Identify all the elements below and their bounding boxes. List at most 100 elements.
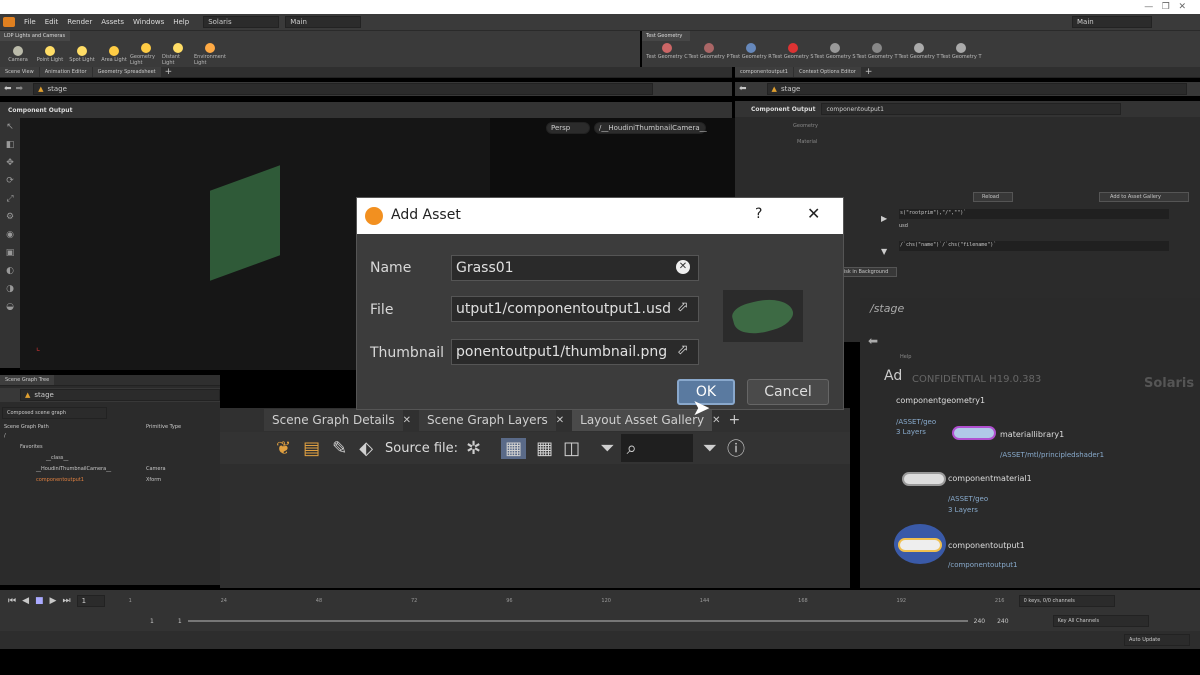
shelf-tab-test-geometry[interactable]: Test Geometry	[642, 31, 690, 41]
context-select[interactable]: Main	[285, 16, 362, 28]
filter-icon[interactable]: ⏷	[600, 438, 614, 459]
distant-light-tool[interactable]: Distant Light	[162, 43, 194, 66]
jump-start-icon[interactable]: ⏮	[8, 596, 16, 606]
file-browse-icon[interactable]: ⬀	[677, 299, 689, 315]
range-end-field[interactable]: 240	[974, 618, 985, 625]
tab-scene-view[interactable]: Scene View	[0, 67, 39, 77]
grid-medium-icon[interactable]: ▦	[536, 438, 553, 459]
shelf-tab-lights[interactable]: LOP Lights and Cameras	[0, 31, 70, 41]
test-geo-tool-8[interactable]: Test Geometry T	[940, 43, 982, 60]
node-componentmaterial1[interactable]	[902, 472, 946, 486]
test-geo-tool-1[interactable]: Test Geometry C	[646, 43, 688, 60]
tab-context-options[interactable]: Context Options Editor	[793, 67, 861, 77]
range-slider[interactable]	[187, 620, 968, 622]
environment-light-tool[interactable]: Environment Light	[194, 43, 226, 66]
back-arrow-icon[interactable]: ⬅	[868, 334, 878, 348]
add-tab-icon[interactable]: +	[729, 412, 741, 428]
persp-select[interactable]: Persp	[546, 122, 590, 134]
disk-bg-button[interactable]: Disk in Background	[835, 267, 897, 277]
back-arrow-icon[interactable]: ⬅	[4, 84, 12, 94]
test-geo-tool-2[interactable]: Test Geometry P	[688, 43, 730, 60]
table-row[interactable]: componentoutput1 Xform	[0, 475, 220, 486]
forward-arrow-icon[interactable]: ➡	[16, 84, 24, 94]
test-geo-tool-7[interactable]: Test Geometry T	[898, 43, 940, 60]
menu-windows[interactable]: Windows	[133, 18, 164, 26]
expand-arrow-icon[interactable]: ▶	[881, 214, 887, 223]
tab-componentoutput1[interactable]: componentoutput1	[735, 67, 793, 77]
table-row[interactable]: __HoudiniThumbnailCamera__ Camera	[0, 464, 220, 475]
tab-scene-graph-tree[interactable]: Scene Graph Tree	[0, 375, 55, 385]
geometry-light-tool[interactable]: Geometry Light	[130, 43, 162, 66]
play-icon[interactable]: ▶	[50, 596, 57, 606]
tab-animation-editor[interactable]: Animation Editor	[39, 67, 92, 77]
grid-small-icon[interactable]: ▦	[501, 437, 527, 459]
add-tab-icon[interactable]: +	[865, 67, 873, 77]
desktop-select[interactable]: Solaris	[203, 16, 280, 28]
range-start2-field[interactable]: 1	[178, 618, 182, 625]
close-tab-icon[interactable]: ✕	[712, 415, 720, 426]
network-editor[interactable]: /stage ⬅ Help Ad CONFIDENTIAL H19.0.383 …	[860, 298, 1200, 588]
table-row[interactable]: __class__	[0, 453, 220, 464]
auto-update-select[interactable]: Auto Update	[1124, 634, 1190, 646]
asset-icon[interactable]: ❦	[276, 438, 291, 459]
help-icon[interactable]: ⓘ	[727, 435, 745, 461]
menu-assets[interactable]: Assets	[101, 18, 124, 26]
dialog-help-button[interactable]: ?	[755, 206, 762, 222]
right-path-field[interactable]: ▲ stage	[766, 83, 1187, 95]
grid-large-icon[interactable]: ◫	[563, 438, 580, 459]
table-row[interactable]: /	[0, 431, 220, 442]
dialog-close-button[interactable]: ✕	[807, 204, 820, 223]
spot-light-tool[interactable]: Spot Light	[66, 46, 98, 63]
camera-select[interactable]: /__HoudiniThumbnailCamera__	[594, 122, 707, 134]
reload-button[interactable]: Reload	[973, 192, 1013, 202]
point-light-tool[interactable]: Point Light	[34, 46, 66, 63]
collapse-arrow-icon[interactable]: ▼	[881, 247, 887, 256]
area-light-tool[interactable]: Area Light	[98, 46, 130, 63]
node-componentoutput1[interactable]	[898, 538, 942, 552]
jump-end-icon[interactable]: ⏭	[62, 596, 70, 606]
name-field[interactable]: Grass01	[451, 255, 699, 281]
tab-scene-graph-layers[interactable]: Scene Graph Layers	[419, 409, 556, 431]
tab-scene-graph-details[interactable]: Scene Graph Details	[264, 409, 403, 431]
stop-icon[interactable]: ■	[35, 596, 44, 606]
node-name-field[interactable]: componentoutput1	[821, 103, 1122, 115]
node-materiallibrary1[interactable]	[952, 426, 996, 440]
add-folder-icon[interactable]: ▤	[303, 438, 320, 459]
add-to-gallery-button[interactable]: Add to Asset Gallery	[1099, 192, 1189, 202]
scene-graph-path-field[interactable]: ▲ stage	[20, 389, 220, 401]
camera-tool[interactable]: Camera	[2, 46, 34, 63]
tag-icon[interactable]: ⬖	[359, 438, 373, 459]
thumbnail-field[interactable]: ponentoutput1/thumbnail.png	[451, 339, 699, 365]
test-geo-tool-5[interactable]: Test Geometry S	[814, 43, 856, 60]
root-expr-field[interactable]: s("rootprim"),"/","")`	[899, 209, 1169, 219]
thumbnail-browse-icon[interactable]: ⬀	[677, 342, 689, 358]
filter-settings-icon[interactable]: ⏷	[703, 438, 717, 459]
close-tab-icon[interactable]: ✕	[403, 415, 411, 426]
add-tab-icon[interactable]: +	[165, 67, 173, 77]
tab-geometry-spreadsheet[interactable]: Geometry Spreadsheet	[92, 67, 161, 77]
test-geo-tool-3[interactable]: Test Geometry R	[730, 43, 772, 60]
gallery-search-input[interactable]: ⌕	[620, 434, 693, 462]
edit-icon[interactable]: ✎	[332, 438, 347, 459]
window-controls[interactable]: — ❐ ✕	[1144, 2, 1186, 12]
test-geo-tool-4[interactable]: Test Geometry S	[772, 43, 814, 60]
file-field[interactable]: utput1/componentoutput1.usd	[451, 296, 699, 322]
left-path-field[interactable]: ▲ stage	[33, 83, 654, 95]
timeline-ruler[interactable]: 1 24 48 72 96 120 144 168 192 216	[125, 598, 1005, 604]
range-start-field[interactable]: 1	[150, 618, 154, 625]
close-tab-icon[interactable]: ✕	[556, 415, 564, 426]
table-row[interactable]: Favorites	[0, 442, 220, 453]
frame-field[interactable]: 1	[76, 595, 105, 607]
gear-icon[interactable]: ✲	[466, 438, 481, 459]
right-context-select[interactable]: Main	[1072, 16, 1152, 28]
back-arrow-icon[interactable]: ⬅	[739, 84, 747, 94]
file-expr-field[interactable]: /`chs("name")`/`chs("filename")`	[899, 241, 1169, 251]
menu-render[interactable]: Render	[67, 18, 92, 26]
range-end2-field[interactable]: 240	[997, 618, 1008, 625]
scene-graph-mode-select[interactable]: Composed scene graph	[2, 407, 107, 419]
menu-help[interactable]: Help	[173, 18, 189, 26]
cancel-button[interactable]: Cancel	[747, 379, 829, 405]
menu-file[interactable]: File	[24, 18, 36, 26]
step-back-icon[interactable]: ◀	[22, 596, 29, 606]
clear-name-icon[interactable]: ✕	[676, 260, 690, 274]
